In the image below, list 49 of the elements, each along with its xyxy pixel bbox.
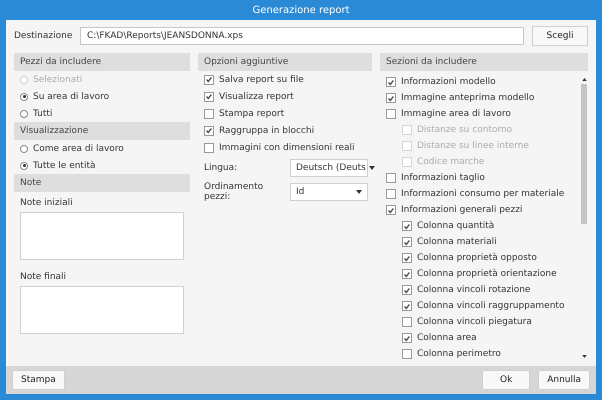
checkbox-option[interactable]: Raggruppa in blocchi	[198, 122, 372, 139]
checkmark-icon	[205, 126, 213, 135]
checkbox-option[interactable]: Informazioni consumo per materiale	[380, 186, 580, 202]
checkbox-option[interactable]: Immagine anteprima modello	[380, 90, 580, 106]
checkbox-option[interactable]: Immagine area di lavoro	[380, 106, 580, 122]
checkbox-option[interactable]: Colonna area	[380, 330, 580, 346]
caret-icon	[368, 166, 375, 170]
checkbox-option[interactable]: Immagini con dimensioni reali	[198, 139, 372, 156]
checkbox-option[interactable]: Colonna perimetro	[380, 346, 580, 362]
field-label: Note iniziali	[19, 197, 74, 210]
checkbox-option[interactable]: Colonna quantità	[380, 218, 580, 234]
checkbox-option[interactable]: Colonna vincoli raggruppamento	[380, 298, 580, 314]
radio-option[interactable]: Tutti	[14, 105, 190, 122]
section-header: Sezioni da includere	[380, 53, 588, 71]
checkbox-option[interactable]: Informazioni taglio	[380, 170, 580, 186]
section-header: Pezzi da includere	[14, 53, 190, 71]
checkbox-option[interactable]: Colonna materiali	[380, 234, 580, 250]
checkmark-icon	[403, 334, 411, 342]
section-header: Visualizzazione	[14, 122, 190, 140]
path-field[interactable]: C:\FKAD\Reports\JEANSDONNA.xps	[80, 27, 524, 45]
checkbox-option[interactable]: Colonna vincoli piegatura	[380, 314, 580, 330]
browse-button[interactable]: Scegli	[532, 26, 588, 46]
ok-button[interactable]: Ok	[482, 370, 530, 390]
field-label: Destinazione	[14, 31, 72, 41]
radio-option[interactable]: Su area di lavoro	[14, 88, 190, 105]
window-title: Generazione report	[252, 4, 350, 16]
scroll-down-icon[interactable]	[582, 355, 586, 358]
checkbox-option[interactable]: Colonna vincoli rotazione	[380, 282, 580, 298]
field-label: Note finali	[19, 271, 68, 284]
scroll-up-icon[interactable]	[582, 78, 586, 81]
print-button[interactable]: Stampa	[12, 370, 65, 390]
radio-option[interactable]: Tutte le entità	[14, 157, 190, 174]
checkbox-option[interactable]: Visualizza report	[198, 88, 372, 105]
checkbox-option[interactable]: Informazioni generali pezzi	[380, 202, 580, 218]
field-label: Ordinamento pezzi:	[204, 182, 264, 202]
checkbox-option[interactable]: Informazioni modello	[380, 74, 580, 90]
notes-field[interactable]	[20, 212, 184, 260]
section-header: Opzioni aggiuntive	[198, 53, 372, 71]
checkbox-option[interactable]: Colonna proprietà opposto	[380, 250, 580, 266]
checkbox-option[interactable]: Salva report su file	[198, 71, 372, 88]
section-header: Note	[14, 174, 190, 192]
caret-icon	[356, 190, 362, 194]
dropdown[interactable]: Id	[290, 183, 368, 201]
field-label: Lingua:	[204, 163, 238, 173]
notes-field[interactable]	[20, 286, 184, 334]
radio-option[interactable]: Come area di lavoro	[14, 140, 190, 157]
cancel-button[interactable]: Annulla	[538, 370, 590, 390]
checkbox-option[interactable]: Colonna proprietà orientazione	[380, 266, 580, 282]
checkbox-option[interactable]: Stampa report	[198, 105, 372, 122]
